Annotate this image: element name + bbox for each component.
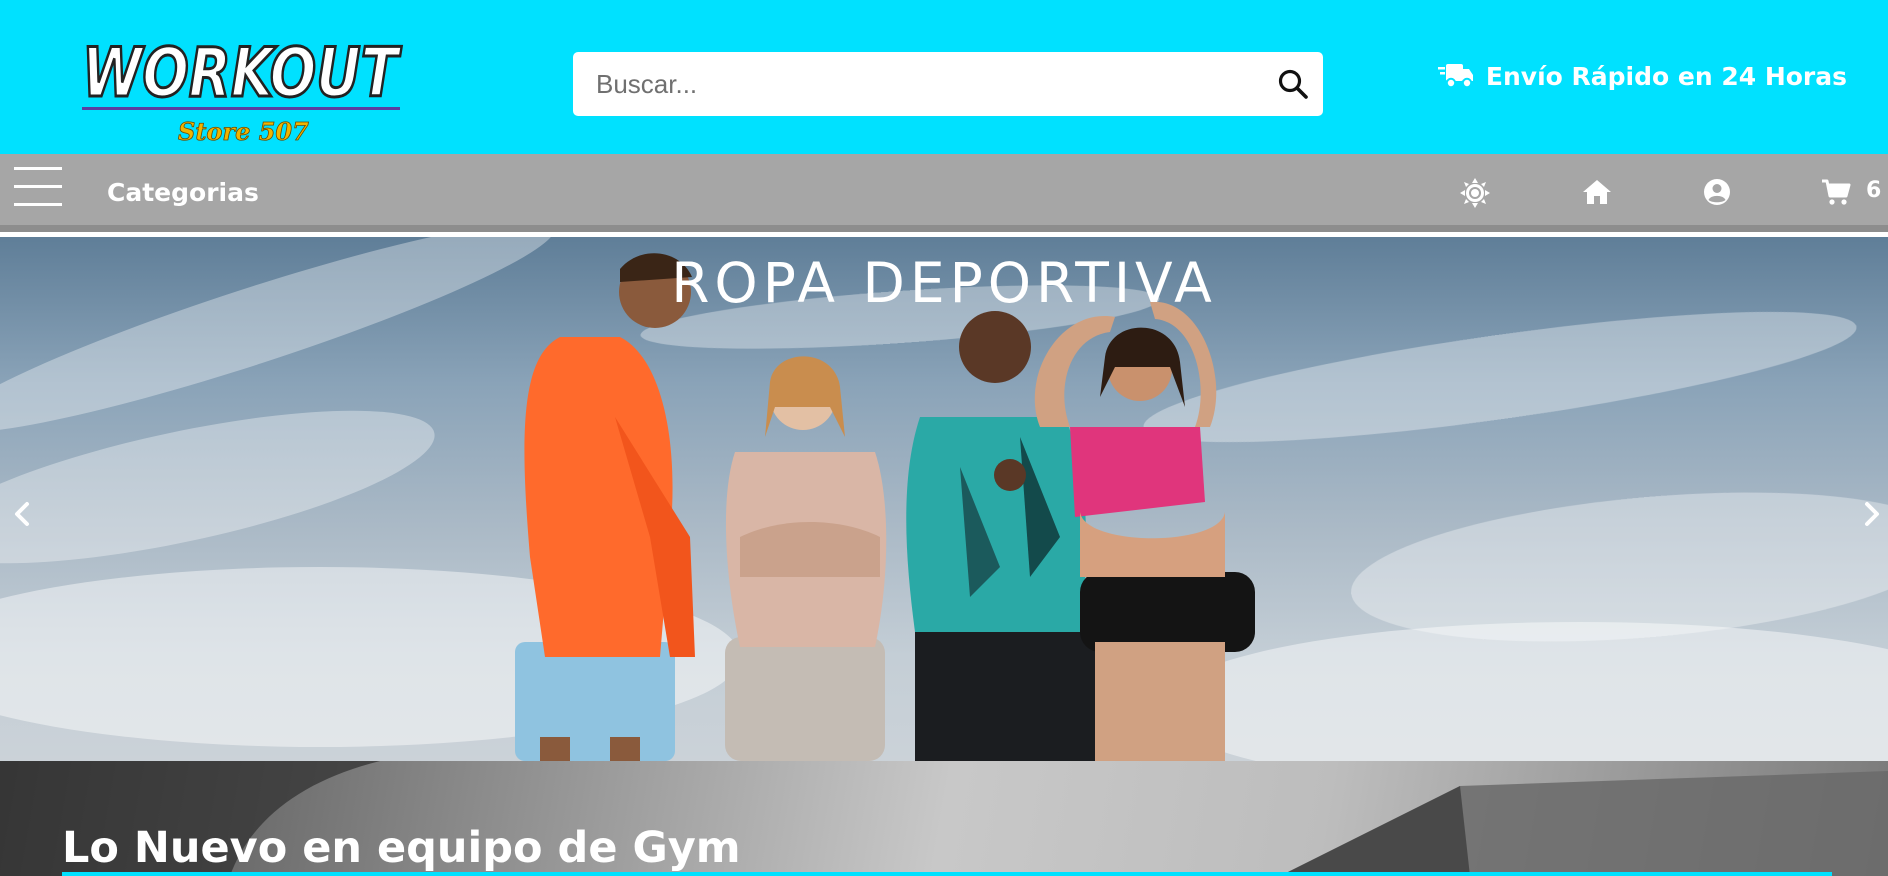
shipping-label: Envío Rápido en 24 Horas bbox=[1485, 61, 1847, 91]
search-icon[interactable] bbox=[1275, 66, 1311, 102]
main-navbar: Categorias 6 bbox=[0, 154, 1888, 232]
section-underline bbox=[62, 872, 1832, 876]
section-title: Lo Nuevo en equipo de Gym bbox=[62, 823, 741, 873]
workout-logo[interactable]: WORKOUT Store 507 bbox=[76, 28, 406, 150]
hero-carousel[interactable]: ROPA DEPORTIVA bbox=[0, 237, 1888, 761]
user-circle-icon[interactable] bbox=[1701, 176, 1733, 208]
new-gym-equipment-section: Lo Nuevo en equipo de Gym bbox=[0, 761, 1888, 876]
search-input[interactable] bbox=[573, 52, 1263, 116]
logo-wordmark: WORKOUT bbox=[82, 34, 402, 113]
athlete-beige-outfit bbox=[725, 356, 887, 761]
fast-shipping-notice: Envío Rápido en 24 Horas bbox=[1437, 58, 1847, 94]
truck-fast-icon bbox=[1437, 64, 1473, 89]
cart-icon[interactable] bbox=[1820, 176, 1852, 208]
hamburger-icon[interactable] bbox=[14, 166, 62, 208]
chevron-left-icon[interactable] bbox=[11, 499, 33, 529]
categories-link[interactable]: Categorias bbox=[107, 178, 259, 207]
hero-photo bbox=[0, 237, 1888, 761]
hero-title: ROPA DEPORTIVA bbox=[671, 251, 1217, 315]
chevron-right-icon[interactable] bbox=[1861, 499, 1883, 529]
home-icon[interactable] bbox=[1581, 176, 1613, 208]
athlete-teal-shirt bbox=[906, 311, 1105, 761]
search-box bbox=[573, 52, 1323, 116]
cart-count-badge[interactable]: 6 bbox=[1866, 178, 1881, 203]
logo-subtitle: Store 507 bbox=[178, 117, 309, 146]
top-header: WORKOUT Store 507 Envío Rápido en 24 Hor… bbox=[0, 0, 1888, 154]
sun-icon[interactable] bbox=[1459, 176, 1491, 208]
